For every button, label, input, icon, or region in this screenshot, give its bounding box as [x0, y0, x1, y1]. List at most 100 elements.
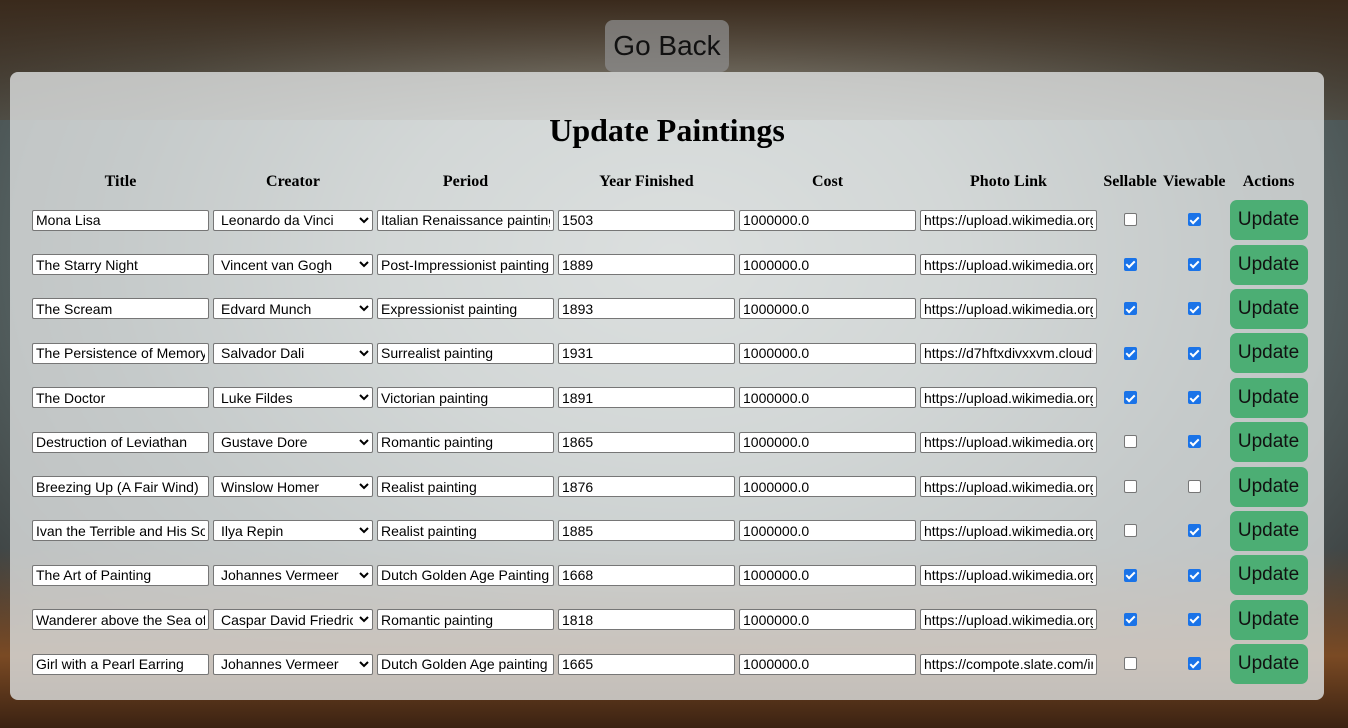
creator-select[interactable]: Johannes Vermeer	[213, 564, 373, 586]
sellable-checkbox[interactable]	[1123, 257, 1137, 271]
viewable-checkbox[interactable]	[1187, 657, 1201, 671]
cost-input[interactable]	[739, 298, 916, 320]
title-input[interactable]	[32, 209, 209, 231]
period-input[interactable]	[377, 564, 554, 586]
viewable-checkbox[interactable]	[1187, 568, 1201, 582]
cost-input[interactable]	[739, 254, 916, 276]
title-input[interactable]	[32, 520, 209, 542]
sellable-checkbox[interactable]	[1123, 568, 1137, 582]
year-finished-input[interactable]	[558, 609, 735, 631]
cost-input[interactable]	[739, 342, 916, 364]
period-input[interactable]	[377, 254, 554, 276]
viewable-checkbox[interactable]	[1187, 479, 1201, 493]
viewable-checkbox[interactable]	[1187, 524, 1201, 538]
update-button[interactable]: Update	[1229, 510, 1308, 551]
creator-select[interactable]: Leonardo da Vinci	[213, 209, 373, 231]
photo-link-input[interactable]	[920, 476, 1097, 498]
photo-link-input[interactable]	[920, 609, 1097, 631]
sellable-checkbox[interactable]	[1123, 479, 1137, 493]
period-input[interactable]	[377, 387, 554, 409]
period-input[interactable]	[377, 520, 554, 542]
period-input[interactable]	[377, 298, 554, 320]
viewable-checkbox[interactable]	[1187, 435, 1201, 449]
cost-input[interactable]	[739, 431, 916, 453]
sellable-checkbox[interactable]	[1123, 657, 1137, 671]
viewable-checkbox[interactable]	[1187, 346, 1201, 360]
sellable-checkbox[interactable]	[1123, 612, 1137, 626]
title-input[interactable]	[32, 476, 209, 498]
creator-select[interactable]: Johannes Vermeer	[213, 653, 373, 675]
creator-select[interactable]: Vincent van Gogh	[213, 254, 373, 276]
title-input[interactable]	[32, 609, 209, 631]
update-button[interactable]: Update	[1229, 333, 1308, 374]
cost-input[interactable]	[739, 564, 916, 586]
photo-link-input[interactable]	[920, 520, 1097, 542]
sellable-checkbox[interactable]	[1123, 213, 1137, 227]
sellable-checkbox[interactable]	[1123, 302, 1137, 316]
title-input[interactable]	[32, 564, 209, 586]
creator-select[interactable]: Winslow Homer	[213, 476, 373, 498]
period-input[interactable]	[377, 609, 554, 631]
creator-select[interactable]: Ilya Repin	[213, 520, 373, 542]
year-finished-input[interactable]	[558, 298, 735, 320]
update-button[interactable]: Update	[1229, 644, 1308, 685]
title-input[interactable]	[32, 342, 209, 364]
sellable-checkbox[interactable]	[1123, 524, 1137, 538]
update-button[interactable]: Update	[1229, 288, 1308, 329]
sellable-checkbox[interactable]	[1123, 391, 1137, 405]
year-finished-input[interactable]	[558, 564, 735, 586]
viewable-checkbox[interactable]	[1187, 302, 1201, 316]
update-button[interactable]: Update	[1229, 466, 1308, 507]
photo-link-input[interactable]	[920, 298, 1097, 320]
viewable-checkbox[interactable]	[1187, 612, 1201, 626]
creator-select[interactable]: Salvador Dali	[213, 342, 373, 364]
sellable-checkbox[interactable]	[1123, 435, 1137, 449]
title-input[interactable]	[32, 298, 209, 320]
year-finished-input[interactable]	[558, 476, 735, 498]
update-button[interactable]: Update	[1229, 200, 1308, 241]
photo-link-input[interactable]	[920, 431, 1097, 453]
photo-link-input[interactable]	[920, 387, 1097, 409]
sellable-checkbox[interactable]	[1123, 346, 1137, 360]
photo-link-input[interactable]	[920, 653, 1097, 675]
cost-input[interactable]	[739, 653, 916, 675]
title-input[interactable]	[32, 431, 209, 453]
photo-link-input[interactable]	[920, 342, 1097, 364]
update-button[interactable]: Update	[1229, 377, 1308, 418]
viewable-checkbox[interactable]	[1187, 391, 1201, 405]
period-input[interactable]	[377, 476, 554, 498]
viewable-checkbox[interactable]	[1187, 257, 1201, 271]
photo-link-input[interactable]	[920, 254, 1097, 276]
cost-input[interactable]	[739, 520, 916, 542]
period-input[interactable]	[377, 342, 554, 364]
year-finished-input[interactable]	[558, 520, 735, 542]
period-input[interactable]	[377, 209, 554, 231]
year-finished-input[interactable]	[558, 342, 735, 364]
title-input[interactable]	[32, 653, 209, 675]
photo-link-input[interactable]	[920, 564, 1097, 586]
period-input[interactable]	[377, 653, 554, 675]
update-button[interactable]: Update	[1229, 422, 1308, 463]
creator-select[interactable]: Caspar David Friedrich	[213, 609, 373, 631]
cost-input[interactable]	[739, 209, 916, 231]
year-finished-input[interactable]	[558, 431, 735, 453]
period-input[interactable]	[377, 431, 554, 453]
update-button[interactable]: Update	[1229, 599, 1308, 640]
creator-select[interactable]: Gustave Dore	[213, 431, 373, 453]
update-button[interactable]: Update	[1229, 555, 1308, 596]
photo-link-input[interactable]	[920, 209, 1097, 231]
cost-input[interactable]	[739, 476, 916, 498]
cost-input[interactable]	[739, 387, 916, 409]
go-back-button[interactable]: Go Back	[605, 20, 729, 72]
cost-input[interactable]	[739, 609, 916, 631]
update-button[interactable]: Update	[1229, 244, 1308, 285]
year-finished-input[interactable]	[558, 209, 735, 231]
title-input[interactable]	[32, 387, 209, 409]
year-finished-input[interactable]	[558, 254, 735, 276]
viewable-checkbox[interactable]	[1187, 213, 1201, 227]
creator-select[interactable]: Edvard Munch	[213, 298, 373, 320]
year-finished-input[interactable]	[558, 387, 735, 409]
year-finished-input[interactable]	[558, 653, 735, 675]
creator-select[interactable]: Luke Fildes	[213, 387, 373, 409]
title-input[interactable]	[32, 254, 209, 276]
